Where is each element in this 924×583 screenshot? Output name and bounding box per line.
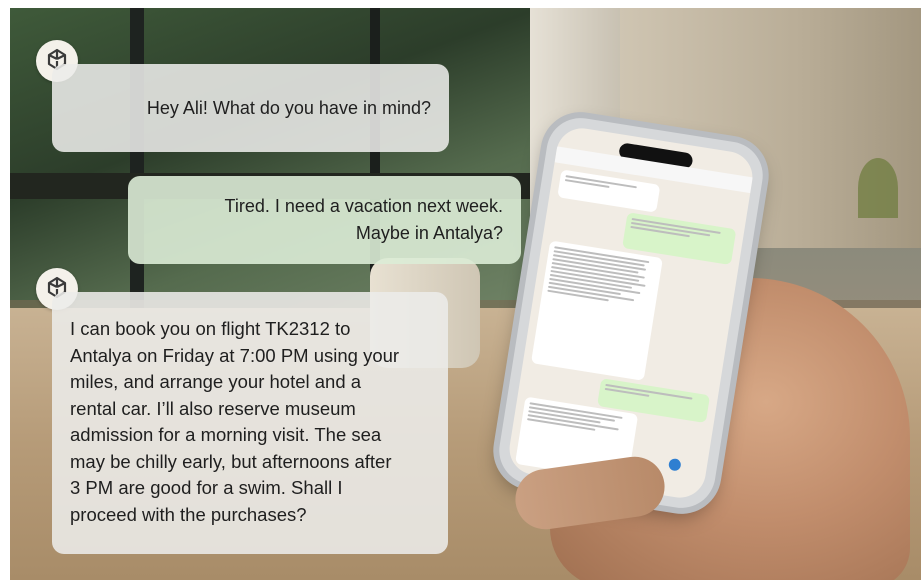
assistant-message-text: Hey Ali! What do you have in mind? bbox=[146, 97, 431, 118]
phone-send-icon bbox=[667, 457, 682, 472]
user-message-line: Tired. I need a vacation next week. bbox=[224, 196, 504, 216]
assistant-reply-line: may be chilly early, but afternoons afte… bbox=[70, 450, 392, 472]
user-message-line: Maybe in Antalya? bbox=[355, 223, 503, 243]
phone-incoming-bubble bbox=[530, 240, 663, 381]
scene: Hey Ali! What do you have in mind? Tired… bbox=[0, 0, 924, 583]
plant bbox=[858, 158, 898, 218]
assistant-reply-line: rental car. I’ll also reserve museum bbox=[70, 397, 356, 419]
phone-screen bbox=[505, 124, 757, 502]
assistant-reply-line: I can book you on flight TK2312 to bbox=[70, 318, 351, 339]
assistant-reply-line: 3 PM are good for a swim. Shall I bbox=[70, 477, 343, 498]
assistant-message-bubble: I can book you on flight TK2312 to Antal… bbox=[52, 292, 448, 554]
assistant-reply-line: Antalya on Friday at 7:00 PM using your bbox=[70, 344, 400, 366]
assistant-reply-line: proceed with the purchases? bbox=[70, 503, 307, 525]
assistant-message-bubble: Hey Ali! What do you have in mind? bbox=[52, 64, 449, 152]
assistant-reply-line: admission for a morning visit. The sea bbox=[70, 424, 382, 445]
user-message-bubble: Tired. I need a vacation next week. Mayb… bbox=[128, 176, 521, 264]
assistant-reply-line: miles, and arrange your hotel and a bbox=[70, 371, 362, 392]
